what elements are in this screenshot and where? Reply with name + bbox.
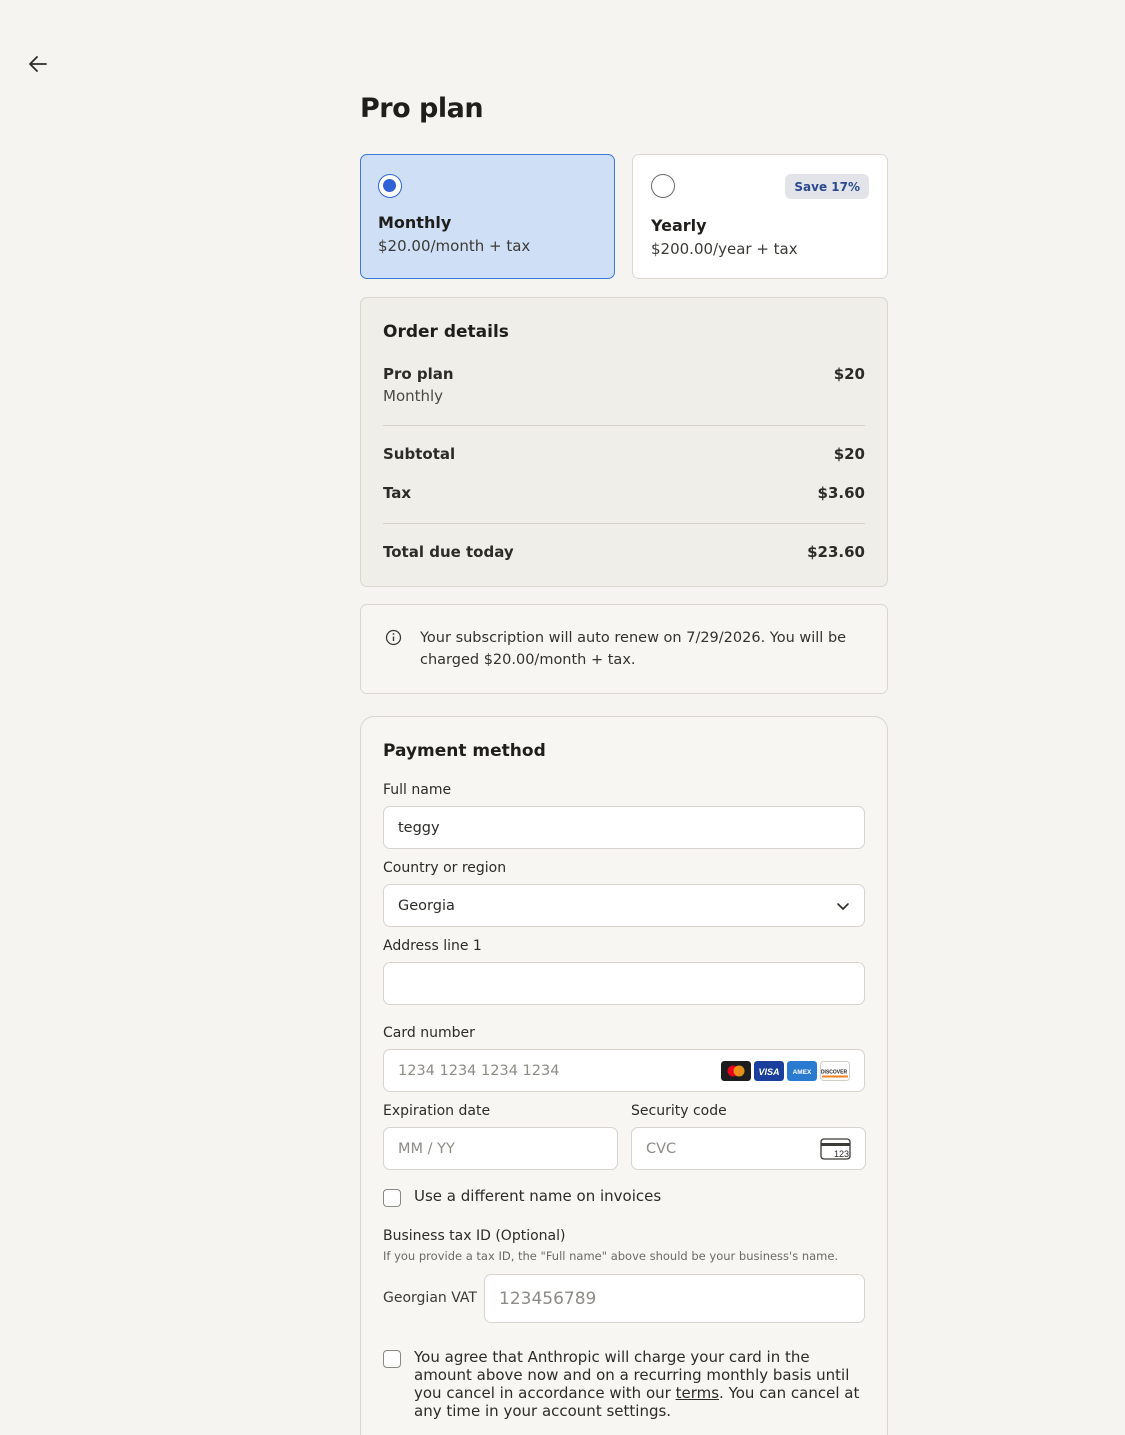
- full-name-label: Full name: [383, 782, 452, 798]
- cvc-placeholder: CVC: [646, 1140, 677, 1157]
- agree-checkbox[interactable]: [383, 1350, 401, 1368]
- different-name-label: Use a different name on invoices: [414, 1187, 662, 1205]
- visa-icon: VISA: [754, 1061, 784, 1081]
- cvc-card-icon: 123: [820, 1138, 851, 1160]
- plan-price: $20.00/month + tax: [378, 237, 531, 255]
- total-value: $23.60: [807, 543, 865, 561]
- tax-row: Tax $3.60: [383, 484, 865, 502]
- order-details: Order details Pro plan $20 Monthly Subto…: [360, 297, 888, 587]
- tax-value: $3.60: [817, 484, 865, 502]
- subtotal-value: $20: [833, 445, 865, 463]
- card-brands: VISA AMEX DISCOVER: [721, 1061, 850, 1081]
- order-item-row: Pro plan $20: [383, 365, 865, 383]
- agree-text: You agree that Anthropic will charge you…: [414, 1348, 860, 1420]
- back-button[interactable]: [24, 50, 52, 78]
- amex-icon: AMEX: [787, 1061, 817, 1081]
- vat-field[interactable]: 123456789: [484, 1274, 865, 1323]
- info-icon: [385, 629, 402, 646]
- address-field[interactable]: [383, 962, 865, 1005]
- tax-id-label: Business tax ID (Optional): [383, 1228, 566, 1244]
- full-name-field[interactable]: teggy: [383, 806, 865, 849]
- cvc-label: Security code: [631, 1103, 727, 1119]
- svg-text:123: 123: [834, 1149, 849, 1159]
- arrow-left-icon: [29, 56, 47, 72]
- subtotal-label: Subtotal: [383, 445, 456, 463]
- tax-id-note: If you provide a tax ID, the "Full name"…: [383, 1249, 839, 1263]
- country-select[interactable]: Georgia: [383, 884, 865, 927]
- mastercard-icon: [721, 1061, 751, 1081]
- renewal-text: Your subscription will auto renew on 7/2…: [420, 630, 847, 668]
- svg-text:DISCOVER: DISCOVER: [821, 1070, 848, 1076]
- address-label: Address line 1: [383, 938, 482, 954]
- plan-option-yearly[interactable]: Save 17% Yearly $200.00/year + tax: [632, 154, 888, 279]
- renewal-info: Your subscription will auto renew on 7/2…: [360, 604, 888, 694]
- card-number-label: Card number: [383, 1025, 475, 1041]
- plan-name: Yearly: [651, 216, 707, 235]
- payment-method: Payment method Full name teggy Country o…: [360, 716, 888, 1435]
- svg-text:VISA: VISA: [758, 1067, 779, 1077]
- expiry-label: Expiration date: [383, 1103, 491, 1119]
- card-number-placeholder: 1234 1234 1234 1234: [398, 1062, 560, 1079]
- divider: [383, 523, 865, 524]
- yearly-radio[interactable]: [651, 174, 675, 198]
- discover-icon: DISCOVER: [820, 1061, 850, 1081]
- svg-text:AMEX: AMEX: [793, 1069, 812, 1076]
- expiry-field[interactable]: MM / YY: [383, 1127, 618, 1170]
- tax-label: Tax: [383, 484, 412, 502]
- different-name-checkbox[interactable]: [383, 1189, 401, 1207]
- terms-link[interactable]: terms: [676, 1384, 719, 1402]
- country-label: Country or region: [383, 860, 507, 876]
- payment-title: Payment method: [383, 741, 546, 761]
- chevron-down-icon: [837, 903, 849, 910]
- plan-option-monthly[interactable]: Monthly $20.00/month + tax: [360, 154, 615, 279]
- item-name: Pro plan: [383, 365, 454, 383]
- cvc-field[interactable]: CVC 123: [631, 1127, 866, 1170]
- divider: [383, 425, 865, 426]
- plan-price: $200.00/year + tax: [651, 240, 798, 258]
- vat-label: Georgian VAT: [383, 1290, 477, 1306]
- page-title: Pro plan: [360, 93, 484, 124]
- monthly-radio[interactable]: [378, 174, 402, 198]
- order-title: Order details: [383, 322, 509, 342]
- save-badge: Save 17%: [785, 174, 869, 199]
- total-label: Total due today: [383, 543, 514, 561]
- card-number-field[interactable]: 1234 1234 1234 1234 VISA AMEX DISCOVER: [383, 1049, 865, 1092]
- item-price: $20: [833, 365, 865, 383]
- plan-name: Monthly: [378, 213, 452, 232]
- country-value: Georgia: [398, 897, 455, 914]
- subtotal-row: Subtotal $20: [383, 445, 865, 463]
- item-period: Monthly: [383, 387, 444, 405]
- total-row: Total due today $23.60: [383, 543, 865, 561]
